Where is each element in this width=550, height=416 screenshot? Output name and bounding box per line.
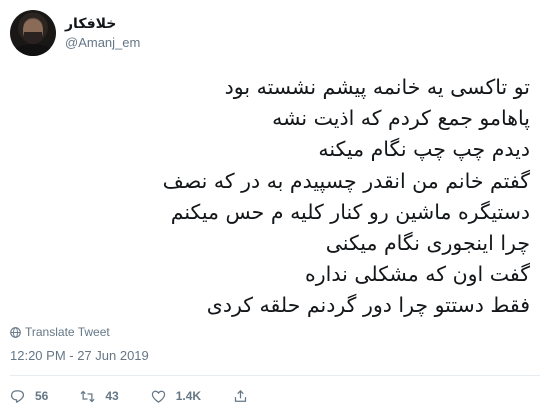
share-button[interactable]	[233, 389, 258, 404]
globe-icon	[10, 326, 21, 338]
tweet-line: دیدم چپ چپ نگام میکنه	[318, 137, 530, 162]
share-icon	[234, 389, 247, 402]
tweet-timestamp[interactable]: 12:20 PM - 27 Jun 2019	[10, 347, 149, 365]
tweet-line: چرا اینجوری نگام میکنی	[325, 231, 530, 256]
avatar[interactable]	[10, 10, 56, 56]
avatar-shoulders	[12, 44, 54, 56]
divider	[10, 375, 540, 376]
reply-button[interactable]: 56	[10, 389, 48, 404]
tweet-line: گفتم خانم من انقدر چسپیدم به در که نصف	[162, 168, 530, 193]
tweet-line: تو تاکسی یه خانمه پیشم نشسته بود	[224, 75, 530, 99]
tweet-header: خلافکار @Amanj_em	[10, 8, 140, 58]
reply-count: 56	[35, 389, 49, 403]
avatar-beard	[24, 32, 42, 44]
translate-label: Translate Tweet	[25, 325, 110, 339]
translate-tweet-button[interactable]: Translate Tweet	[10, 324, 110, 340]
user-handle[interactable]: @Amanj_em	[65, 34, 140, 52]
reply-icon	[10, 389, 25, 403]
tweet-card: خلافکار @Amanj_em تو تاکسی یه خانمه پیشم…	[0, 0, 550, 416]
tweet-line: پاهامو جمع کردم که اذیت نشه	[272, 106, 530, 131]
like-button[interactable]: 1.4K	[151, 389, 201, 404]
tweet-line: فقط دستتو چرا دور گردنم حلقه کردی	[206, 293, 530, 318]
like-count: 1.4K	[175, 389, 202, 403]
tweet-text: تو تاکسی یه خانمه پیشم نشسته بود پاهامو …	[20, 72, 530, 322]
user-names: خلافکار @Amanj_em	[65, 15, 140, 52]
tweet-line: دستیگره ماشین رو کنار کلیه م حس میکنم	[170, 199, 530, 224]
tweet-line: گفت اون که مشکلی نداره	[305, 262, 530, 287]
retweet-count: 43	[105, 389, 119, 403]
retweet-icon	[80, 390, 95, 402]
display-name[interactable]: خلافکار	[65, 15, 140, 34]
like-icon	[151, 390, 165, 403]
retweet-button[interactable]: 43	[80, 389, 119, 404]
tweet-actions: 56 43 1.4K	[10, 386, 290, 406]
